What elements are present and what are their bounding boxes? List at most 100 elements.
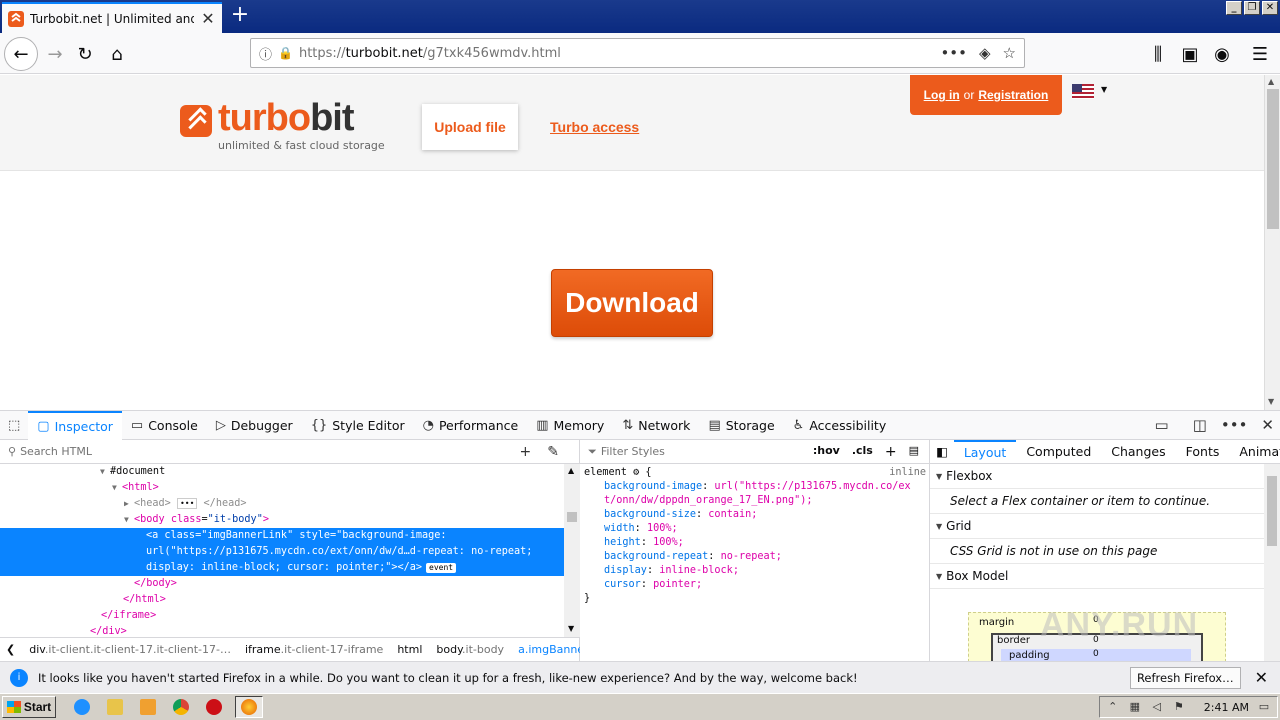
css-property[interactable]: background-repeat: no-repeat; xyxy=(584,550,926,564)
filter-styles-field[interactable]: ⏷ Filter Styles :hov .cls + ▤ xyxy=(580,440,929,464)
add-rule-icon[interactable]: + xyxy=(885,444,897,460)
tab-memory[interactable]: ▥ Memory xyxy=(527,411,613,440)
show-desktop-icon[interactable]: ▭ xyxy=(1257,700,1271,714)
close-devtools-icon[interactable]: ✕ xyxy=(1261,416,1274,434)
scroll-up-icon[interactable]: ▲ xyxy=(568,466,574,475)
css-property[interactable]: height: 100%; xyxy=(584,536,926,550)
cls-toggle[interactable]: .cls xyxy=(852,444,873,460)
css-property[interactable]: background-size: contain; xyxy=(584,508,926,522)
close-window-button[interactable]: ✕ xyxy=(1262,1,1278,15)
tab-close-icon[interactable]: ✕ xyxy=(200,9,216,28)
upload-file-button[interactable]: Upload file xyxy=(422,104,518,150)
firefox-icon[interactable] xyxy=(235,696,263,718)
restore-button[interactable]: ❐ xyxy=(1244,1,1260,15)
pocket-icon[interactable]: ◈ xyxy=(979,44,991,62)
tab-accessibility[interactable]: ♿ Accessibility xyxy=(784,411,896,440)
language-caret-icon[interactable]: ▼ xyxy=(1101,85,1107,94)
tab-fonts[interactable]: Fonts xyxy=(1176,440,1230,463)
registration-link[interactable]: Registration xyxy=(978,88,1048,102)
new-tab-button[interactable]: + xyxy=(228,4,252,28)
forward-button[interactable]: → xyxy=(40,39,70,69)
more-options-icon[interactable]: ••• xyxy=(1221,416,1248,434)
info-icon[interactable]: ⓘ xyxy=(259,44,272,63)
start-button[interactable]: Start xyxy=(2,696,56,718)
flexbox-section-header[interactable]: ▼ Flexbox xyxy=(930,464,1264,489)
us-flag-icon[interactable] xyxy=(1072,84,1094,99)
tab-console[interactable]: ▭ Console xyxy=(122,411,207,440)
css-property[interactable]: display: inline-block; xyxy=(584,564,926,578)
home-button[interactable]: ⌂ xyxy=(102,39,132,69)
element-picker-icon[interactable]: ⬚ xyxy=(0,411,28,440)
ie-icon[interactable] xyxy=(70,696,94,718)
hov-toggle[interactable]: :hov xyxy=(813,444,840,460)
browser-tab[interactable]: Turbobit.net | Unlimited and fast file ✕ xyxy=(2,2,222,33)
tab-layout[interactable]: Layout xyxy=(953,440,1017,463)
url-text[interactable]: https://turbobit.net/g7txk456wmdv.html xyxy=(299,46,934,61)
search-html-field[interactable]: ⚲ Search HTML + ✎ xyxy=(0,440,579,464)
lock-icon[interactable]: 🔒 xyxy=(278,46,293,60)
page-scrollbar[interactable]: ▲ ▼ xyxy=(1264,75,1280,410)
network-tray-icon[interactable]: ▦ xyxy=(1128,700,1142,714)
padding-value[interactable]: 0 xyxy=(1093,649,1099,659)
eyedropper-icon[interactable]: ✎ xyxy=(547,444,559,460)
scrollbar-thumb[interactable] xyxy=(1267,89,1279,229)
show-hidden-icons-icon[interactable]: ⌃ xyxy=(1106,700,1120,714)
tab-network[interactable]: ⇅ Network xyxy=(613,411,699,440)
explorer-icon[interactable] xyxy=(103,696,127,718)
css-property[interactable]: cursor: pointer; xyxy=(584,578,926,592)
login-link[interactable]: Log in xyxy=(924,88,960,102)
tree-node-head[interactable]: ▶ <head> ••• </head> xyxy=(0,496,564,512)
library-icon[interactable]: ⫼ xyxy=(1143,39,1173,69)
volume-icon[interactable]: ◁ xyxy=(1150,700,1164,714)
selected-node[interactable]: <a class="imgBannerLink" style="backgrou… xyxy=(0,528,564,576)
dock-icon[interactable]: ◫ xyxy=(1193,416,1207,434)
url-bar[interactable]: ⓘ 🔒 https://turbobit.net/g7txk456wmdv.ht… xyxy=(250,38,1025,68)
tab-style-editor[interactable]: {} Style Editor xyxy=(302,411,414,440)
close-notification-icon[interactable]: ✕ xyxy=(1255,668,1268,687)
box-model-section-header[interactable]: ▼ Box Model xyxy=(930,564,1264,589)
clock[interactable]: 2:41 AM xyxy=(1204,701,1249,714)
css-property[interactable]: width: 100%; xyxy=(584,522,926,536)
tree-node-body[interactable]: ▼ <body class="it-body"> xyxy=(0,512,564,528)
download-button[interactable]: Download xyxy=(551,269,713,337)
add-node-icon[interactable]: + xyxy=(520,444,532,460)
sidebar-icon[interactable]: ▣ xyxy=(1175,39,1205,69)
page-actions-icon[interactable]: ••• xyxy=(940,44,967,62)
tab-changes[interactable]: Changes xyxy=(1101,440,1175,463)
grid-section-header[interactable]: ▼ Grid xyxy=(930,514,1264,539)
action-center-flag-icon[interactable]: ⚑ xyxy=(1172,700,1186,714)
breadcrumb-item[interactable]: body.it-body xyxy=(436,643,504,656)
scrollbar-thumb[interactable] xyxy=(567,512,577,522)
breadcrumb-item[interactable]: iframe.it-client-17-iframe xyxy=(245,643,383,656)
chrome-icon[interactable] xyxy=(169,696,193,718)
print-media-icon[interactable]: ▤ xyxy=(909,444,919,460)
layout-scrollbar[interactable] xyxy=(1264,464,1280,661)
scroll-up-icon[interactable]: ▲ xyxy=(1268,77,1274,86)
opera-icon[interactable] xyxy=(202,696,226,718)
css-property[interactable]: background-image: url("https://p131675.m… xyxy=(584,480,926,508)
toggle-sidebar-icon[interactable]: ◧ xyxy=(930,440,954,463)
tab-animations[interactable]: Animat xyxy=(1229,440,1280,463)
scroll-down-icon[interactable]: ▼ xyxy=(568,624,574,633)
tab-inspector[interactable]: ▢ Inspector xyxy=(28,410,122,440)
scroll-down-icon[interactable]: ▼ xyxy=(1268,397,1274,406)
rule-source[interactable]: inline xyxy=(889,466,926,480)
tree-node-html[interactable]: ▼ <html> xyxy=(0,480,564,496)
back-button[interactable]: ← xyxy=(4,37,38,71)
tab-computed[interactable]: Computed xyxy=(1016,440,1101,463)
refresh-firefox-button[interactable]: Refresh Firefox… xyxy=(1129,666,1241,689)
gear-icon[interactable]: ⚙ xyxy=(633,467,639,478)
minimize-button[interactable]: _ xyxy=(1226,1,1242,15)
reload-button[interactable]: ↻ xyxy=(70,39,100,69)
breadcrumb-item[interactable]: html xyxy=(397,643,422,656)
tree-node-document[interactable]: ▼ #document xyxy=(0,464,564,480)
media-player-icon[interactable] xyxy=(136,696,160,718)
event-badge[interactable]: event xyxy=(426,563,457,573)
responsive-design-icon[interactable]: ▭ xyxy=(1155,416,1169,434)
account-icon[interactable]: ◉ xyxy=(1207,39,1237,69)
scrollbar-thumb[interactable] xyxy=(1267,476,1277,546)
breadcrumb-item[interactable]: div.it-client.it-client-17.it-client-17-… xyxy=(29,643,231,656)
bookmark-star-icon[interactable]: ☆ xyxy=(1003,44,1016,62)
turbo-access-link[interactable]: Turbo access xyxy=(550,119,639,135)
tab-storage[interactable]: ▤ Storage xyxy=(699,411,783,440)
